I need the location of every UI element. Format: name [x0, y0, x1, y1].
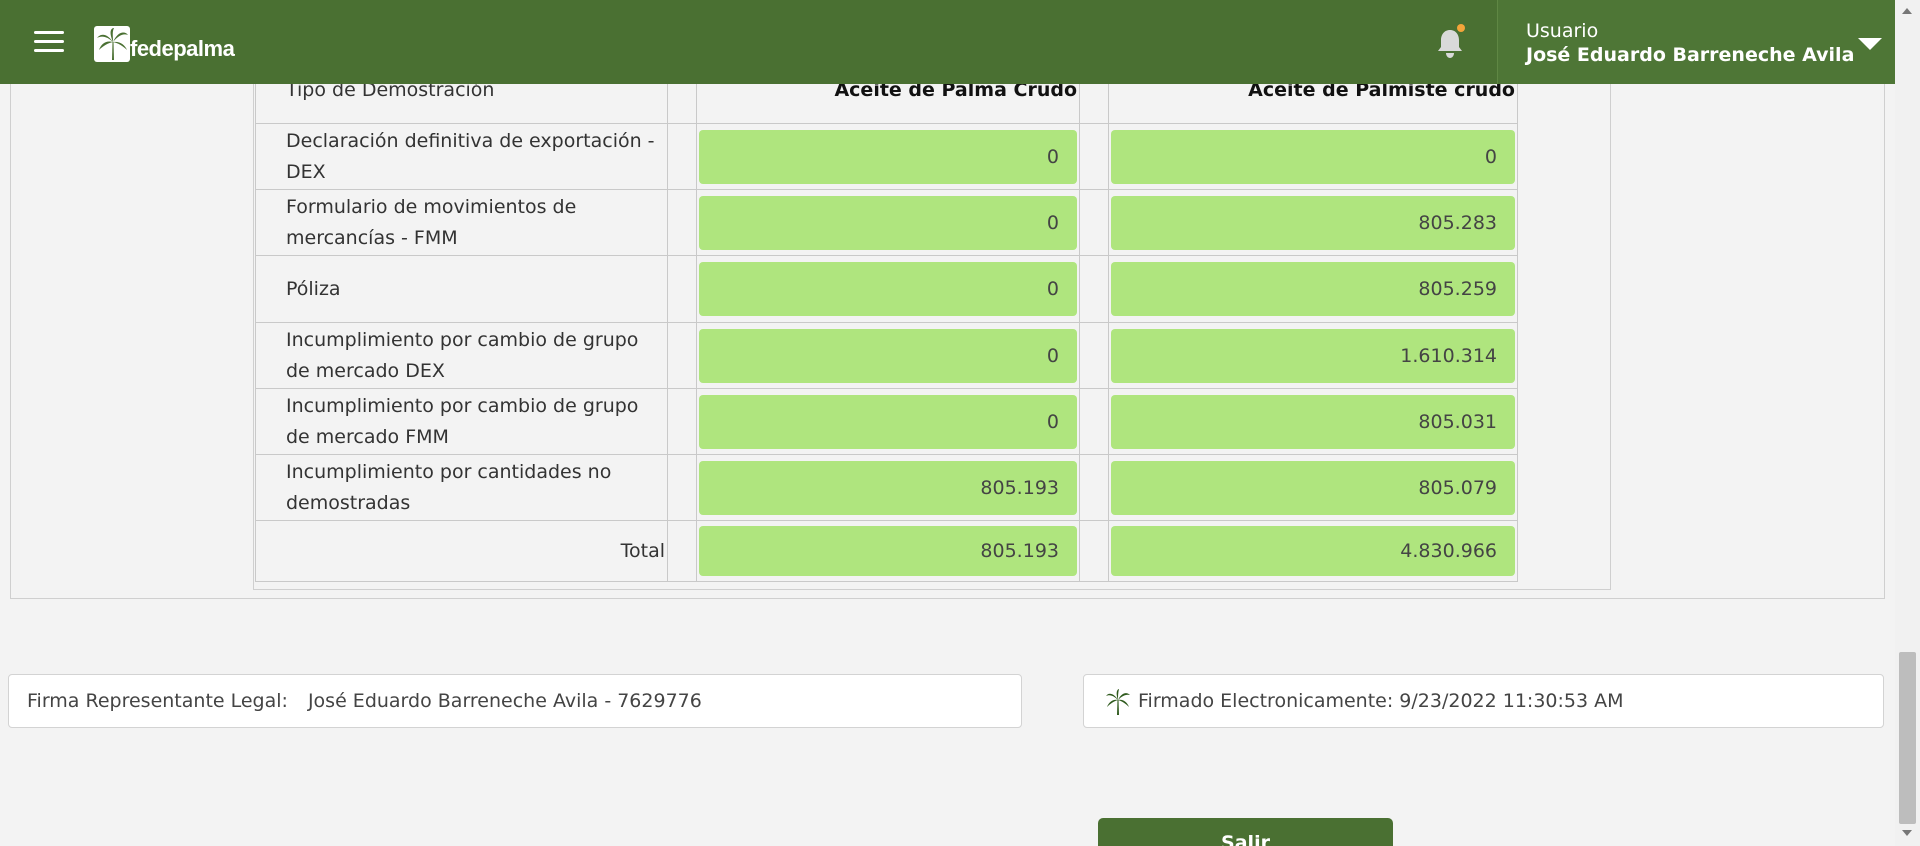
- column-spacer: [1079, 255, 1109, 323]
- user-name: José Eduardo Barreneche Avila: [1526, 44, 1855, 66]
- palma-value: 805.193: [699, 460, 1077, 515]
- palmiste-value: 805.079: [1111, 460, 1515, 515]
- exit-button[interactable]: Salir: [1098, 818, 1393, 846]
- table-row: Incumplimiento por cantidades no demostr…: [255, 454, 1518, 521]
- column-spacer: [1079, 454, 1109, 521]
- column-spacer: [667, 123, 697, 190]
- chevron-down-icon[interactable]: [1858, 38, 1882, 50]
- palmiste-value: 805.259: [1111, 262, 1515, 316]
- palmiste-value: 805.031: [1111, 394, 1515, 449]
- column-spacer: [1079, 388, 1109, 455]
- column-spacer: [667, 189, 697, 256]
- signature-label: Firma Representante Legal:: [27, 690, 288, 712]
- user-menu[interactable]: Usuario José Eduardo Barreneche Avila: [1497, 0, 1895, 84]
- column-spacer: [1079, 520, 1109, 582]
- signature-value: José Eduardo Barreneche Avila - 7629776: [307, 690, 702, 712]
- palmiste-value: 0: [1111, 129, 1515, 184]
- table-row: Incumplimiento por cambio de grupo de me…: [255, 322, 1518, 389]
- row-label: Póliza: [255, 255, 668, 323]
- signed-electronically-text: Firmado Electronicamente: 9/23/2022 11:3…: [1138, 690, 1624, 712]
- palm-tree-icon: [1106, 689, 1130, 715]
- palma-value: 0: [699, 129, 1077, 184]
- column-spacer: [1079, 322, 1109, 389]
- palm-logo-icon: [94, 26, 130, 62]
- top-bar: fedepalma Usuario José Eduardo Barrenech…: [0, 0, 1895, 84]
- user-label: Usuario: [1526, 20, 1599, 42]
- total-label: Total: [255, 520, 668, 582]
- column-spacer: [1079, 189, 1109, 256]
- fedepalma-logo[interactable]: fedepalma: [92, 22, 235, 64]
- demonstration-table: Tipo de Demostración Aceite de Palma Cru…: [255, 56, 1518, 582]
- row-label: Declaración definitiva de exportación - …: [255, 123, 668, 190]
- total-row: Total 805.193 4.830.966: [255, 520, 1518, 582]
- column-spacer: [667, 520, 697, 582]
- palma-value: 0: [699, 195, 1077, 250]
- column-spacer: [667, 255, 697, 323]
- palmiste-value: 805.283: [1111, 195, 1515, 250]
- row-label: Incumplimiento por cambio de grupo de me…: [255, 322, 668, 389]
- scroll-down-icon[interactable]: [1902, 830, 1912, 836]
- column-spacer: [667, 322, 697, 389]
- electronic-signature-box: Firmado Electronicamente: 9/23/2022 11:3…: [1083, 674, 1884, 728]
- row-label: Incumplimiento por cantidades no demostr…: [255, 454, 668, 521]
- palma-total-value: 805.193: [699, 526, 1077, 576]
- row-label: Formulario de movimientos de mercancías …: [255, 189, 668, 256]
- palmiste-total-value: 4.830.966: [1111, 526, 1515, 576]
- palmiste-value: 1.610.314: [1111, 328, 1515, 383]
- palma-value: 0: [699, 394, 1077, 449]
- column-spacer: [667, 454, 697, 521]
- table-row: Póliza 0 805.259: [255, 255, 1518, 323]
- scroll-up-icon[interactable]: [1902, 8, 1912, 14]
- column-spacer: [1079, 123, 1109, 190]
- column-spacer: [667, 388, 697, 455]
- palma-value: 0: [699, 262, 1077, 316]
- table-row: Formulario de movimientos de mercancías …: [255, 189, 1518, 256]
- vertical-scrollbar[interactable]: [1895, 0, 1920, 846]
- row-label: Incumplimiento por cambio de grupo de me…: [255, 388, 668, 455]
- menu-icon[interactable]: [34, 29, 66, 55]
- scrollbar-thumb[interactable]: [1899, 652, 1916, 824]
- table-row: Incumplimiento por cambio de grupo de me…: [255, 388, 1518, 455]
- palma-value: 0: [699, 328, 1077, 383]
- legal-representative-signature: Firma Representante Legal: José Eduardo …: [8, 674, 1022, 728]
- notification-dot: [1457, 24, 1465, 32]
- table-row: Declaración definitiva de exportación - …: [255, 123, 1518, 190]
- brand-name: fedepalma: [130, 36, 235, 61]
